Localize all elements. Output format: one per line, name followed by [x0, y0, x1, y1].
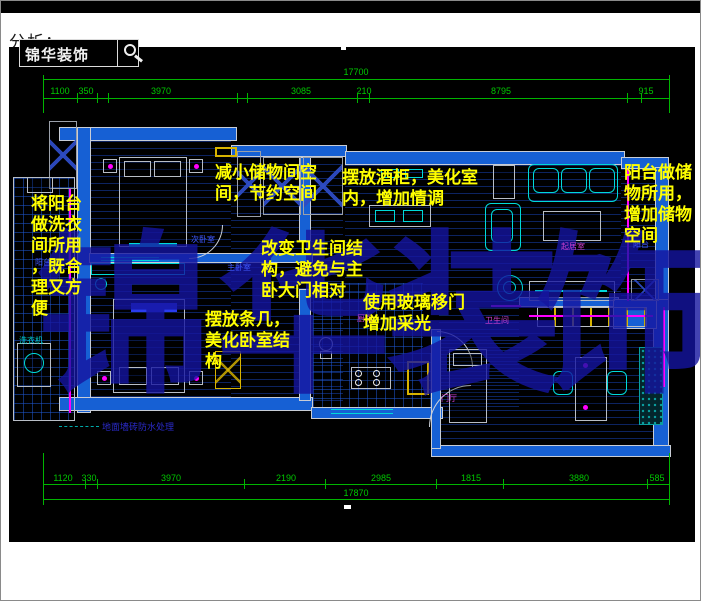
dim-tick [669, 93, 670, 103]
sofa-cushion [561, 168, 587, 193]
room-label: 次卧室 [191, 234, 215, 245]
dim-tick [237, 93, 238, 103]
room-label: 起居室 [561, 241, 585, 252]
annotation-laundry: 将阳台 做洗衣 间所用 ，既合 理又方 便 [31, 193, 89, 319]
room-label: 门厅 [441, 393, 457, 404]
dim-tick [325, 479, 326, 489]
annotation-wine-cabinet: 摆放酒柜，美化室 内，增加情调 [342, 167, 494, 209]
dim-tick [244, 479, 245, 489]
cabinet [27, 177, 53, 193]
logo-divider [117, 40, 118, 66]
pillow [124, 161, 151, 177]
annotation-bathroom: 改变卫生间结 构，避免与主 卧大门相对 [261, 238, 371, 301]
pillow [154, 161, 181, 177]
dim-overall-bottom: 17870 [343, 488, 368, 498]
dim-tick [369, 93, 370, 103]
dim-tick [647, 479, 648, 489]
dim-tick [108, 93, 109, 103]
annotation-glass-door: 使用玻璃移门 增加采光 [363, 292, 475, 334]
dim-label: 330 [81, 473, 96, 483]
lamp-dot [108, 164, 113, 169]
dim-tick [85, 479, 86, 489]
dim-line [43, 98, 669, 99]
top-black-bar [1, 1, 701, 13]
wall [345, 151, 625, 165]
dim-tick [357, 93, 358, 103]
dim-tick [247, 93, 248, 103]
room-label: 卫生间 [485, 315, 509, 326]
dim-label: 350 [78, 86, 93, 96]
dim-label: 3970 [151, 86, 171, 96]
dim-tick [627, 93, 628, 103]
room-label: 主卧室 [227, 262, 251, 273]
dim-line [43, 499, 669, 500]
dim-label: 2190 [276, 473, 296, 483]
dim-label: 3085 [291, 86, 311, 96]
dim-label: 1120 [53, 473, 72, 483]
dim-overall-top: 17700 [343, 67, 368, 77]
dim-tick [43, 93, 44, 103]
selection-grip [341, 45, 346, 50]
dim-label: 585 [649, 473, 664, 483]
page: 分析： 锦华装饰 [0, 0, 701, 601]
window-yellow [215, 147, 237, 157]
annotation-side-table: 摆放条几， 美化卧室结 构 [205, 309, 301, 372]
dim-label: 2985 [371, 473, 391, 483]
room-label: 洗衣机 [19, 335, 43, 346]
dim-tick [43, 479, 44, 489]
lamp-dot [194, 164, 199, 169]
selection-grip [344, 505, 351, 509]
annotation-storage: 减小储物间空 间，节约空间 [215, 162, 333, 204]
sofa-cushion [589, 168, 615, 193]
note-leader-line [59, 426, 99, 427]
dim-label: 1100 [50, 86, 69, 96]
annotation-balcony-right: 阳台做储 物所用， 增加储物 空间 [624, 162, 701, 246]
watermark-char: 饰 [536, 231, 701, 406]
dim-label: 3970 [161, 473, 181, 483]
dim-tick [97, 479, 98, 489]
dim-tick [436, 479, 437, 489]
dim-tick [503, 479, 504, 489]
dim-tick [77, 93, 78, 103]
dim-tick [97, 93, 98, 103]
waterproof-note: 地面墙砖防水处理 [102, 420, 174, 433]
dim-tick [641, 93, 642, 103]
dim-label: 1815 [461, 473, 481, 483]
dim-line [43, 79, 669, 80]
wall [431, 445, 671, 457]
dim-label: 8795 [491, 86, 511, 96]
dim-label: 3880 [569, 473, 589, 483]
sofa-cushion [533, 168, 559, 193]
magnifier-icon [124, 44, 136, 56]
dim-line [43, 484, 669, 485]
dim-tick [669, 479, 670, 489]
logo-text: 锦华装饰 [25, 44, 89, 65]
tv-cabinet [493, 165, 515, 199]
